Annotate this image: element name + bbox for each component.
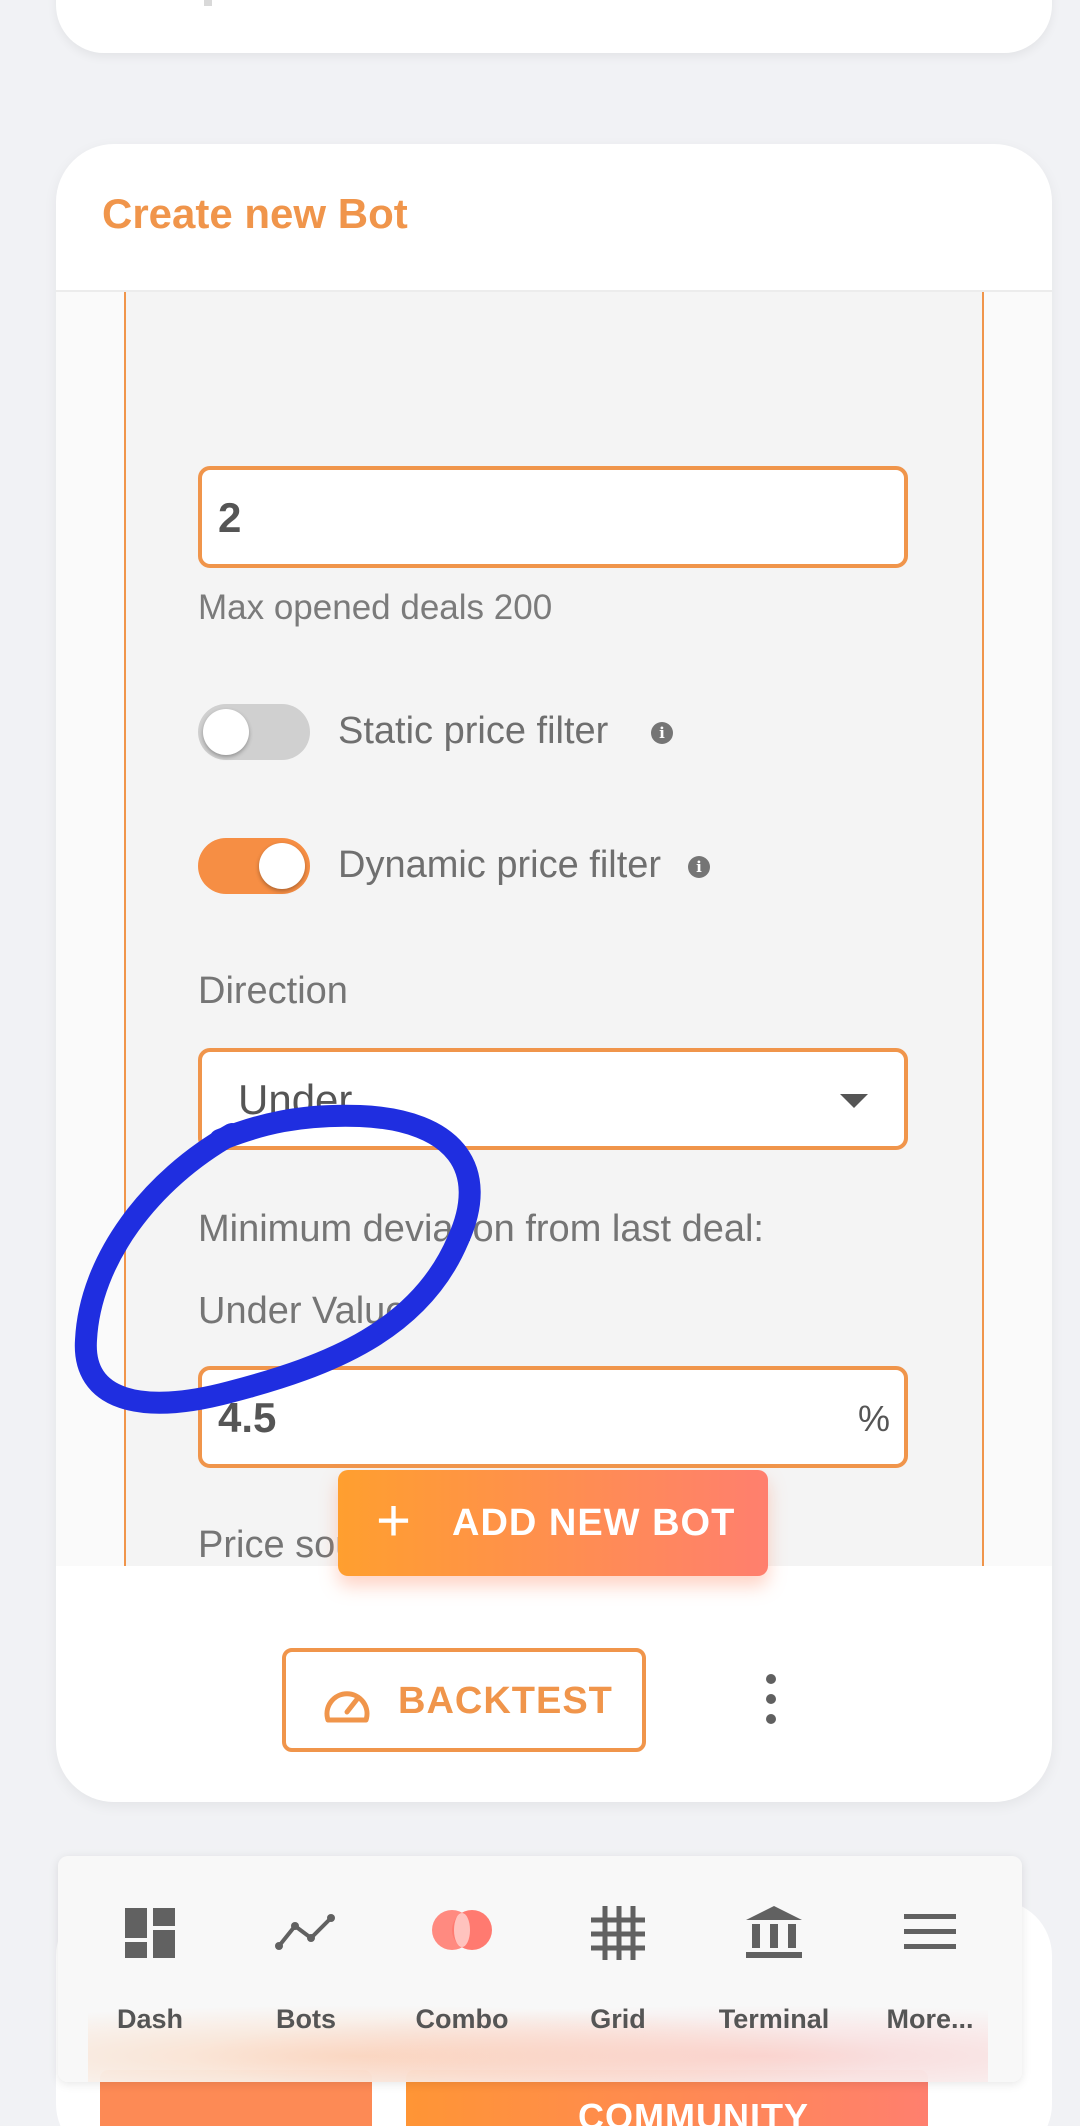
- annotation-circle: [74, 1104, 481, 1414]
- page: Create new Bot 2 Max opened deals 200 St…: [0, 0, 1080, 2126]
